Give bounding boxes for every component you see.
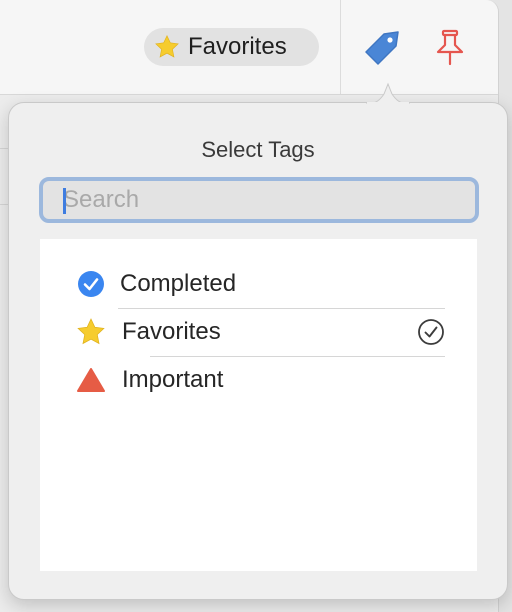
tag-item-important[interactable]: Important	[40, 357, 477, 405]
star-icon	[77, 318, 105, 345]
pin-button[interactable]	[428, 26, 472, 70]
tag-label-favorites: Favorites	[122, 318, 221, 345]
triangle-icon	[77, 368, 105, 392]
checkmark-circle-icon	[78, 271, 104, 297]
tag-button[interactable]	[360, 26, 408, 70]
search-field[interactable]	[39, 177, 479, 223]
toolbar: Favorites	[0, 0, 498, 95]
star-icon	[155, 34, 179, 58]
tag-label-important: Important	[122, 366, 224, 393]
favorites-chip-label: Favorites	[188, 33, 287, 60]
select-tags-popover: Select Tags Completed Favorites	[8, 102, 508, 600]
tag-item-favorites[interactable]: Favorites	[40, 309, 477, 357]
search-input[interactable]	[43, 181, 475, 219]
favorites-filter-chip[interactable]: Favorites	[144, 28, 319, 66]
pin-icon	[436, 29, 464, 66]
popover-title: Select Tags	[201, 137, 315, 162]
text-caret	[63, 188, 66, 214]
tag-icon	[365, 31, 399, 65]
toolbar-divider	[340, 0, 341, 94]
popover-arrow	[366, 82, 410, 104]
tag-list: Completed Favorites Important	[40, 239, 477, 571]
app-root: Favorites Select Tags Search Completed F…	[0, 0, 512, 612]
tag-label-completed: Completed	[120, 270, 237, 297]
tag-item-completed[interactable]: Completed	[40, 261, 477, 309]
selected-checkmark-icon	[418, 319, 444, 345]
